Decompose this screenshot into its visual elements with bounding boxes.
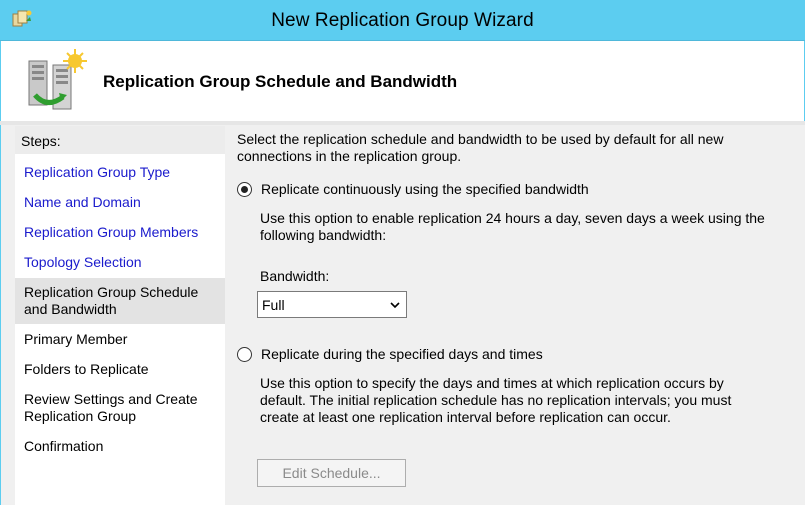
step-replication-group-type[interactable]: Replication Group Type (15, 164, 225, 181)
chevron-down-icon (390, 302, 400, 309)
steps-header-label: Steps: (21, 133, 61, 149)
step-replication-group-members[interactable]: Replication Group Members (15, 224, 225, 241)
step-folders-to-replicate: Folders to Replicate (24, 361, 149, 377)
step-name-and-domain[interactable]: Name and Domain (15, 194, 225, 211)
wizard-header: Replication Group Schedule and Bandwidth (0, 41, 805, 121)
title-bar: New Replication Group Wizard (0, 0, 805, 41)
edit-schedule-button[interactable]: Edit Schedule... (257, 459, 406, 487)
main-panel: Select the replication schedule and band… (231, 125, 805, 505)
page-title: Replication Group Schedule and Bandwidth (103, 72, 458, 91)
page-description: Select the replication schedule and band… (237, 131, 724, 164)
replication-servers-icon (28, 49, 87, 110)
step-schedule-and-bandwidth: Replication Group Schedule and Bandwidth (15, 278, 225, 324)
window-title: New Replication Group Wizard (271, 10, 534, 31)
radio-scheduled[interactable] (237, 346, 252, 362)
step-primary-member: Primary Member (24, 331, 128, 347)
step-confirmation: Confirmation (24, 438, 104, 454)
step-review-settings: Review Settings and Create Replication G… (15, 391, 215, 425)
option-continuous-label[interactable]: Replicate continuously using the specifi… (261, 181, 589, 197)
option-scheduled-label[interactable]: Replicate during the specified days and … (261, 346, 543, 362)
step-topology-selection[interactable]: Topology Selection (15, 254, 225, 271)
option-scheduled[interactable]: Replicate during the specified days and … (237, 346, 543, 362)
option-continuous[interactable]: Replicate continuously using the specifi… (237, 181, 589, 197)
step-review-label: Review Settings and Create Replication G… (24, 391, 198, 424)
steps-header: Steps: (15, 126, 225, 154)
bandwidth-value: Full (262, 297, 285, 313)
bandwidth-label: Bandwidth: (260, 268, 330, 284)
radio-continuous[interactable] (237, 181, 252, 197)
steps-panel: Steps: Replication Group Type Name and D… (15, 126, 225, 505)
bandwidth-select[interactable]: Full (257, 291, 407, 318)
option-scheduled-help: Use this option to specify the days and … (260, 375, 732, 425)
step-current-label: Replication Group Schedule and Bandwidth (24, 284, 199, 317)
option-continuous-help: Use this option to enable replication 24… (260, 210, 765, 243)
